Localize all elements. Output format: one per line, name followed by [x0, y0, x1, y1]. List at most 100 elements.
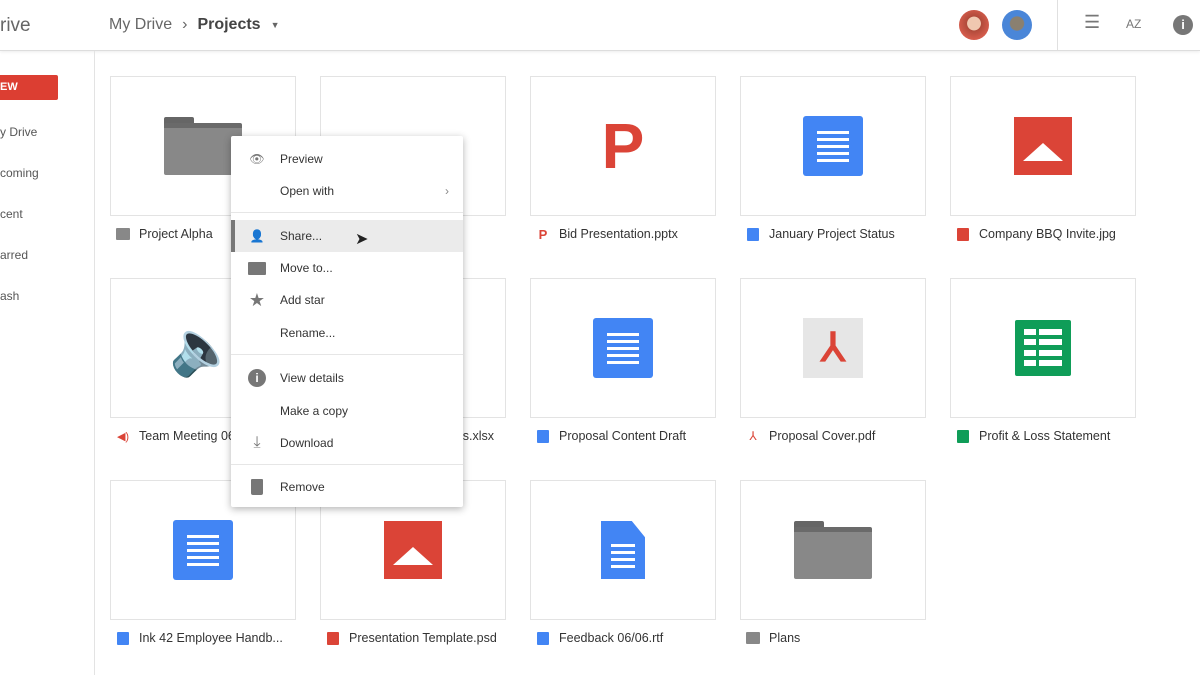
sidebar-item-incoming[interactable]: coming: [0, 166, 39, 180]
doc-icon: [116, 631, 130, 645]
doc-icon: [593, 318, 653, 378]
rtf-icon: [601, 521, 645, 579]
file-thumbnail[interactable]: P: [530, 76, 716, 216]
cursor-icon: ➤: [355, 231, 369, 248]
file-card[interactable]: P P Bid Presentation.pptx: [530, 76, 716, 242]
chevron-right-icon: ›: [445, 184, 449, 198]
doc-icon: [746, 227, 760, 241]
sidebar-item-trash[interactable]: ash: [0, 289, 19, 303]
info-icon: i: [248, 369, 266, 387]
file-card[interactable]: Proposal Content Draft: [530, 278, 716, 443]
list-view-icon[interactable]: ☰: [1084, 12, 1100, 33]
image-icon: [1014, 117, 1072, 175]
file-thumbnail[interactable]: ⅄: [740, 278, 926, 418]
trash-icon: [248, 478, 266, 496]
image-icon: [956, 227, 970, 241]
pdf-icon: ⅄: [803, 318, 863, 378]
file-card[interactable]: Company BBQ Invite.jpg: [950, 76, 1136, 241]
rtf-icon: [536, 631, 550, 645]
divider: [231, 464, 463, 465]
sheet-icon: [956, 429, 970, 443]
file-card[interactable]: ⅄ ⅄ Proposal Cover.pdf: [740, 278, 926, 443]
sidebar: EW y Drive coming cent arred ash: [0, 51, 95, 675]
add-person-icon: 👤: [249, 229, 265, 243]
folder-icon: [794, 521, 872, 579]
app-logo: rive: [0, 15, 31, 36]
file-label: ⅄ Proposal Cover.pdf: [740, 429, 926, 443]
audio-icon: 🔈: [169, 317, 237, 378]
top-bar: rive My Drive › Projects ▼ ☰ AZ i: [0, 0, 1200, 51]
doc-icon: [173, 520, 233, 580]
chevron-right-icon: ›: [182, 16, 188, 33]
file-card[interactable]: Feedback 06/06.rtf: [530, 480, 716, 645]
file-thumbnail[interactable]: [950, 76, 1136, 216]
file-name: s.xlsx: [462, 429, 494, 443]
sidebar-item-recent[interactable]: cent: [0, 207, 23, 221]
file-label: Company BBQ Invite.jpg: [950, 227, 1136, 241]
divider: [1057, 0, 1058, 50]
sort-az-icon[interactable]: AZ: [1126, 17, 1141, 31]
file-name: January Project Status: [769, 227, 895, 241]
file-thumbnail[interactable]: [740, 76, 926, 216]
menu-item-share[interactable]: 👤 Share... ➤: [231, 220, 463, 252]
context-menu: 👁 Preview Open with › 👤 Share... ➤ Move to..…: [231, 136, 463, 507]
file-card[interactable]: Plans: [740, 480, 926, 645]
star-icon: ★: [248, 289, 266, 310]
breadcrumb: My Drive › Projects ▼: [109, 16, 280, 34]
menu-item-preview[interactable]: 👁 Preview: [231, 143, 463, 175]
doc-icon: [536, 429, 550, 443]
file-name: Plans: [769, 631, 801, 645]
breadcrumb-my-drive[interactable]: My Drive: [109, 16, 172, 34]
file-label: Feedback 06/06.rtf: [530, 631, 716, 645]
file-name: Ink 42 Employee Handb...: [139, 631, 283, 645]
file-label: Profit & Loss Statement: [950, 429, 1136, 443]
file-label: P Bid Presentation.pptx: [530, 226, 716, 242]
sidebar-item-my-drive[interactable]: y Drive: [0, 125, 37, 139]
caret-down-icon[interactable]: ▼: [271, 20, 280, 30]
menu-item-remove[interactable]: Remove: [231, 471, 463, 503]
doc-icon: [803, 116, 863, 176]
info-icon[interactable]: i: [1173, 15, 1193, 35]
menu-item-make-copy[interactable]: Make a copy: [231, 395, 463, 427]
file-name: Presentation Template.psd: [349, 631, 497, 645]
folder-icon: [746, 631, 760, 645]
menu-item-add-star[interactable]: ★ Add star: [231, 284, 463, 316]
file-thumbnail[interactable]: [950, 278, 1136, 418]
download-icon: ⤓: [253, 434, 261, 451]
file-name: Proposal Cover.pdf: [769, 429, 876, 443]
file-name: Proposal Content Draft: [559, 429, 687, 443]
file-card[interactable]: January Project Status: [740, 76, 926, 241]
avatar[interactable]: [1002, 10, 1032, 40]
sheet-icon: [1015, 320, 1071, 376]
divider: [231, 354, 463, 355]
file-thumbnail[interactable]: [740, 480, 926, 620]
menu-item-view-details[interactable]: i View details: [231, 362, 463, 394]
pdf-icon: ⅄: [749, 429, 757, 443]
file-name: Project Alpha: [139, 227, 213, 241]
file-card[interactable]: Profit & Loss Statement: [950, 278, 1136, 443]
menu-item-download[interactable]: ⤓ Download: [231, 427, 463, 459]
file-name: Bid Presentation.pptx: [559, 227, 678, 241]
image-icon: [384, 521, 442, 579]
breadcrumb-projects[interactable]: Projects: [197, 16, 260, 34]
avatar[interactable]: [959, 10, 989, 40]
menu-item-open-with[interactable]: Open with ›: [231, 175, 463, 207]
folder-icon: [248, 259, 266, 277]
menu-item-rename[interactable]: Rename...: [231, 317, 463, 349]
file-label: Plans: [740, 631, 926, 645]
eye-icon: 👁: [249, 152, 265, 166]
file-name: Team Meeting 06: [139, 429, 235, 443]
file-name: Company BBQ Invite.jpg: [979, 227, 1116, 241]
file-thumbnail[interactable]: [530, 278, 716, 418]
file-label: Presentation Template.psd: [320, 631, 506, 645]
file-label: Proposal Content Draft: [530, 429, 716, 443]
pptx-icon: P: [538, 226, 548, 242]
new-button[interactable]: EW: [0, 75, 58, 100]
divider: [231, 212, 463, 213]
folder-icon: [116, 227, 130, 241]
sidebar-item-starred[interactable]: arred: [0, 248, 28, 262]
image-icon: [326, 631, 340, 645]
menu-item-move-to[interactable]: Move to...: [231, 252, 463, 284]
file-label: January Project Status: [740, 227, 926, 241]
file-thumbnail[interactable]: [530, 480, 716, 620]
